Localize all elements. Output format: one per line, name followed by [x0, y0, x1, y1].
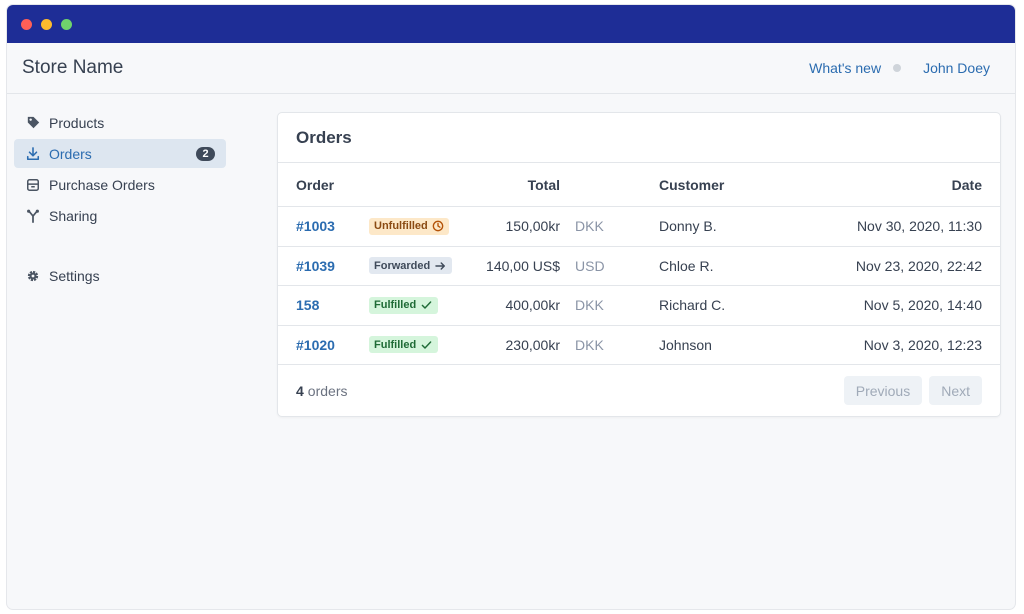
column-header-customer: Customer [659, 176, 725, 193]
tag-icon [25, 115, 41, 131]
previous-page-button[interactable]: Previous [843, 376, 923, 405]
order-date: Nov 30, 2020, 11:30 [856, 218, 982, 235]
sidebar-item-settings[interactable]: Settings [14, 261, 226, 290]
status-label: Forwarded [374, 259, 431, 272]
user-menu-link[interactable]: John Doey [923, 60, 990, 76]
sidebar-item-label: Settings [49, 267, 100, 284]
order-date: Nov 23, 2020, 22:42 [855, 257, 982, 274]
notification-dot [893, 64, 902, 72]
table-header: Order Total Customer Date [278, 163, 1000, 207]
orders-card-title: Orders [278, 113, 1000, 163]
order-currency: DKK [575, 218, 604, 235]
sidebar-item-orders[interactable]: Orders 2 [14, 139, 226, 168]
order-currency: DKK [575, 297, 604, 314]
check-icon [421, 301, 432, 309]
download-icon [25, 146, 41, 162]
sidebar-item-sharing[interactable]: Sharing [14, 201, 226, 230]
order-date: Nov 5, 2020, 14:40 [863, 297, 982, 314]
check-icon [421, 341, 432, 349]
pagination: Previous Next [843, 376, 982, 405]
table-row[interactable]: 158 Fulfilled 400,00kr DKK Richard C. No… [278, 286, 1000, 326]
status-badge: Fulfilled [369, 296, 439, 314]
sidebar: Products Orders 2 Purchase Orders Sharin… [14, 108, 226, 292]
table-row[interactable]: #1039 Forwarded 140,00 US$ USD Chloe R. … [278, 247, 1000, 286]
archive-icon [25, 177, 41, 193]
status-badge: Unfulfilled [369, 217, 449, 235]
app-header: Store Name What's new John Doey [7, 43, 1015, 94]
zoom-window-button[interactable] [61, 18, 72, 30]
order-total: 230,00kr [505, 336, 560, 353]
column-header-total: Total [527, 176, 560, 193]
next-page-button[interactable]: Next [929, 376, 982, 405]
order-currency: DKK [575, 336, 604, 353]
sidebar-item-label: Orders [49, 145, 92, 162]
orders-count-number: 4 [296, 383, 304, 399]
whats-new-link[interactable]: What's new [809, 60, 881, 76]
order-number-link[interactable]: #1020 [296, 337, 335, 353]
sidebar-item-label: Products [49, 114, 105, 131]
order-customer: Johnson [659, 336, 712, 353]
column-header-date: Date [951, 176, 982, 193]
sidebar-item-label: Purchase Orders [49, 176, 155, 193]
table-row[interactable]: #1003 Unfulfilled 150,00kr DKK Donny B. … [278, 207, 1000, 247]
sidebar-item-purchase-orders[interactable]: Purchase Orders [14, 170, 226, 199]
order-number-link[interactable]: #1003 [296, 218, 335, 234]
order-total: 150,00kr [505, 218, 560, 235]
store-name: Store Name [22, 57, 124, 78]
order-currency: USD [575, 257, 605, 274]
order-number-link[interactable]: #1039 [296, 258, 335, 274]
order-total: 140,00 US$ [486, 257, 560, 274]
orders-footer: 4 orders Previous Next [278, 365, 1000, 417]
order-customer: Donny B. [659, 218, 717, 235]
minimize-window-button[interactable] [41, 18, 52, 30]
order-date: Nov 3, 2020, 12:23 [863, 336, 982, 353]
status-badge: Fulfilled [369, 336, 439, 354]
order-customer: Chloe R. [659, 257, 714, 274]
orders-count-suffix: orders [307, 383, 348, 399]
status-label: Fulfilled [374, 299, 417, 312]
app-window: Store Name What's new John Doey Products… [7, 5, 1015, 609]
clock-icon [432, 220, 444, 232]
order-number-link[interactable]: 158 [296, 297, 319, 313]
table-row[interactable]: #1020 Fulfilled 230,00kr DKK Johnson Nov… [278, 326, 1000, 365]
sidebar-item-products[interactable]: Products [14, 108, 226, 137]
gear-icon [25, 268, 41, 284]
status-badge: Forwarded [369, 257, 453, 275]
order-total: 400,00kr [505, 297, 560, 314]
status-label: Fulfilled [374, 338, 417, 351]
sidebar-item-label: Sharing [49, 207, 98, 224]
orders-card: Orders Order Total Customer Date #1003 U… [277, 112, 1001, 417]
orders-count: 4 orders [296, 365, 347, 417]
order-customer: Richard C. [659, 297, 726, 314]
title-bar [7, 5, 1015, 43]
orders-count-badge: 2 [196, 146, 215, 161]
column-header-order: Order [296, 176, 335, 193]
share-icon [25, 208, 41, 224]
arrow-right-icon [435, 262, 446, 270]
close-window-button[interactable] [21, 18, 32, 30]
status-label: Unfulfilled [374, 220, 428, 233]
